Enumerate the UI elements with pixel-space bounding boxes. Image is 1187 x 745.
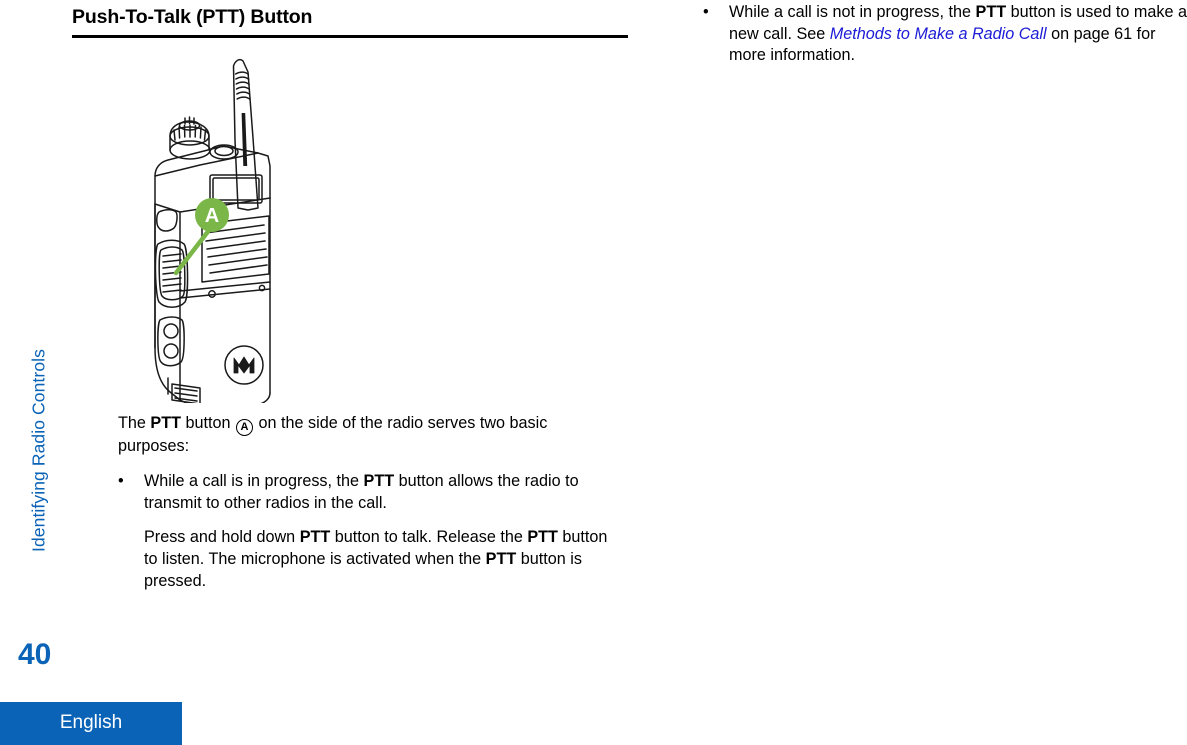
bullet-text-1: While a call is in progress, the	[144, 472, 364, 491]
bullet-bold-ptt: PTT	[363, 472, 395, 491]
list-item: • While a call is not in progress, the P…	[703, 2, 1187, 67]
left-body-copy: The PTT button A on the side of the radi…	[118, 413, 614, 592]
document-page: Identifying Radio Controls 40 English Pu…	[0, 0, 1187, 745]
intro-paragraph: The PTT button A on the side of the radi…	[118, 413, 614, 458]
indent-bold-ptt-2: PTT	[527, 528, 558, 547]
intro-text-2: button	[180, 413, 235, 432]
intro-text-1: The	[118, 413, 151, 432]
right-body-copy: • While a call is not in progress, the P…	[703, 2, 1187, 67]
radio-figure: A	[72, 48, 628, 403]
right-column: • While a call is not in progress, the P…	[703, 0, 1187, 80]
page-number: 40	[18, 638, 52, 671]
list-item: • While a call is in progress, the PTT b…	[118, 471, 614, 514]
right-bullet-bold-ptt: PTT	[975, 3, 1007, 21]
language-label: English	[59, 712, 123, 733]
intro-bold-ptt-1: PTT	[150, 413, 181, 432]
page-title: Push-To-Talk (PTT) Button	[72, 0, 628, 38]
indent-text-2: button to talk. Release the	[330, 528, 528, 547]
language-bar: English	[0, 702, 182, 745]
indent-bold-ptt-3: PTT	[485, 550, 517, 569]
chapter-tab-label: Identifying Radio Controls	[28, 349, 49, 552]
bullet-marker: •	[703, 3, 709, 21]
indented-paragraph: Press and hold down PTT button to talk. …	[144, 527, 614, 592]
bullet-marker: •	[118, 472, 124, 491]
left-column: Push-To-Talk (PTT) Button A The PTT butt…	[72, 0, 630, 605]
cross-reference-link[interactable]: Methods to Make a Radio Call	[830, 25, 1047, 43]
callout-badge-a-label: A	[205, 205, 219, 227]
circled-a-icon: A	[236, 418, 253, 436]
indent-text-1: Press and hold down	[144, 528, 300, 547]
bullet-text: While a call is not in progress, the PTT…	[729, 2, 1187, 67]
chapter-tab: Identifying Radio Controls	[0, 0, 72, 745]
indent-bold-ptt-1: PTT	[299, 528, 331, 547]
bullet-text: While a call is in progress, the PTT but…	[144, 471, 614, 514]
radio-illustration-svg: A	[154, 58, 271, 403]
right-bullet-text-1: While a call is not in progress, the	[729, 3, 976, 21]
